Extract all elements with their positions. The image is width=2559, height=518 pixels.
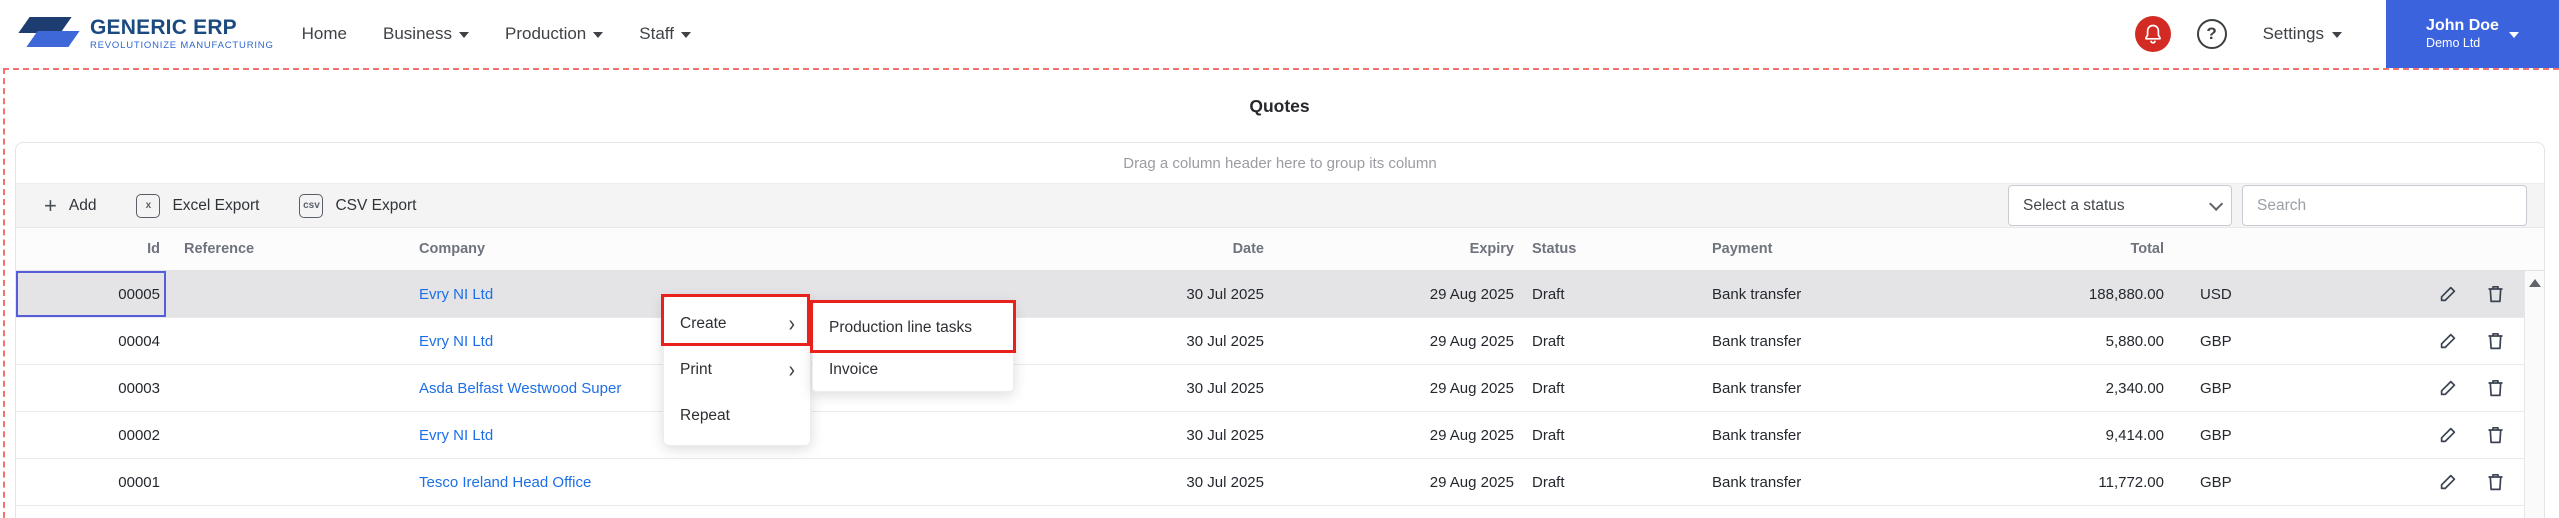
pencil-icon [2437, 330, 2459, 352]
edit-button[interactable] [2437, 471, 2459, 493]
nav-item-home[interactable]: Home [302, 24, 347, 44]
nav-item-production[interactable]: Production [505, 24, 603, 44]
context-menu-item-create[interactable]: Create › [664, 301, 810, 347]
column-header-actions [2316, 228, 2524, 270]
nav-item-staff[interactable]: Staff [639, 24, 691, 44]
row-id-cell[interactable]: 00003 [16, 365, 166, 411]
edit-button[interactable] [2437, 283, 2459, 305]
submenu-chevron-icon: › [789, 359, 795, 382]
excel-export-button[interactable]: x Excel Export [136, 194, 259, 218]
chevron-down-icon [2209, 196, 2223, 210]
table-row[interactable]: 00002 Evry NI Ltd 30 Jul 2025 29 Aug 202… [16, 412, 2544, 459]
table-row[interactable]: 00001 Tesco Ireland Head Office 30 Jul 2… [16, 459, 2544, 506]
trash-icon [2485, 283, 2506, 305]
scroll-up-arrow-icon[interactable] [2529, 279, 2541, 287]
company-link[interactable]: Tesco Ireland Head Office [419, 474, 591, 491]
user-name: John Doe [2426, 16, 2499, 36]
chevron-down-icon [593, 32, 603, 38]
table-row[interactable]: 00005 Evry NI Ltd 30 Jul 2025 29 Aug 202… [16, 271, 2544, 318]
column-header-payment[interactable]: Payment [1696, 228, 2016, 270]
status-badge: Draft [1516, 365, 1696, 411]
table-row[interactable]: 00003 Asda Belfast Westwood Super 30 Jul… [16, 365, 2544, 412]
csv-file-icon: csv [299, 194, 323, 218]
pencil-icon [2437, 471, 2459, 493]
question-mark-icon: ? [2206, 24, 2216, 44]
brand-logo-icon [16, 14, 80, 54]
pencil-icon [2437, 283, 2459, 305]
row-id-cell[interactable]: 00004 [16, 318, 166, 364]
create-submenu: Production line tasks Invoice [812, 302, 1014, 392]
column-header-total[interactable]: Total [2016, 228, 2168, 270]
brand-name: GENERIC ERP [90, 17, 274, 39]
search-input[interactable] [2242, 185, 2527, 226]
column-header-id[interactable]: Id [16, 228, 166, 270]
submenu-chevron-icon: › [789, 313, 795, 336]
add-button[interactable]: + Add [44, 195, 96, 217]
delete-button[interactable] [2485, 283, 2506, 305]
csv-export-button[interactable]: csv CSV Export [299, 194, 416, 218]
brand-logo: GENERIC ERP REVOLUTIONIZE MANUFACTURING [16, 14, 274, 54]
trash-icon [2485, 471, 2506, 493]
notifications-button[interactable] [2135, 16, 2171, 52]
delete-button[interactable] [2485, 330, 2506, 352]
edit-button[interactable] [2437, 377, 2459, 399]
company-link[interactable]: Evry NI Ltd [419, 286, 493, 303]
column-header-status[interactable]: Status [1516, 228, 1696, 270]
context-menu-item-repeat[interactable]: Repeat [664, 393, 810, 439]
column-header-date[interactable]: Date [1106, 228, 1266, 270]
chevron-down-icon [2332, 32, 2342, 38]
chevron-down-icon [2509, 32, 2519, 38]
help-button[interactable]: ? [2197, 19, 2227, 49]
status-filter-select[interactable]: Select a status [2008, 185, 2232, 226]
submenu-item-invoice[interactable]: Invoice [813, 349, 1013, 391]
column-header-company[interactable]: Company [411, 228, 1106, 270]
delete-button[interactable] [2485, 424, 2506, 446]
status-badge: Draft [1516, 459, 1696, 505]
table-row[interactable]: 00004 Evry NI Ltd 30 Jul 2025 29 Aug 202… [16, 318, 2544, 365]
column-header-reference[interactable]: Reference [166, 228, 411, 270]
group-by-hint[interactable]: Drag a column header here to group its c… [16, 143, 2544, 183]
user-company: Demo Ltd [2426, 36, 2480, 52]
page-title: Quotes [0, 96, 2559, 117]
main-nav: Home Business Production Staff [302, 24, 691, 44]
user-menu[interactable]: John Doe Demo Ltd [2386, 0, 2559, 68]
row-id-cell[interactable]: 00002 [16, 412, 166, 458]
trash-icon [2485, 424, 2506, 446]
status-badge: Draft [1516, 271, 1696, 317]
row-id-cell[interactable]: 00005 [16, 271, 166, 317]
top-navbar: GENERIC ERP REVOLUTIONIZE MANUFACTURING … [0, 0, 2559, 68]
row-context-menu: Create › Print › Repeat [663, 296, 811, 446]
chevron-down-icon [459, 32, 469, 38]
company-link[interactable]: Evry NI Ltd [419, 333, 493, 350]
company-link[interactable]: Evry NI Ltd [419, 427, 493, 444]
chevron-down-icon [681, 32, 691, 38]
vertical-scrollbar[interactable] [2524, 271, 2544, 518]
plus-icon: + [44, 195, 57, 217]
status-badge: Draft [1516, 318, 1696, 364]
status-badge: Draft [1516, 412, 1696, 458]
pencil-icon [2437, 424, 2459, 446]
settings-menu[interactable]: Settings [2263, 24, 2342, 44]
column-header-currency [2168, 228, 2316, 270]
trash-icon [2485, 377, 2506, 399]
quotes-grid-card: Drag a column header here to group its c… [15, 142, 2545, 518]
column-header-expiry[interactable]: Expiry [1266, 228, 1516, 270]
edit-button[interactable] [2437, 424, 2459, 446]
grid-toolbar: + Add x Excel Export csv CSV Export Sele… [16, 183, 2544, 228]
company-link[interactable]: Asda Belfast Westwood Super [419, 380, 621, 397]
nav-item-business[interactable]: Business [383, 24, 469, 44]
pencil-icon [2437, 377, 2459, 399]
brand-tagline: REVOLUTIONIZE MANUFACTURING [90, 41, 274, 51]
context-menu-item-print[interactable]: Print › [664, 347, 810, 393]
row-id-cell[interactable]: 00001 [16, 459, 166, 505]
table-header-row: Id Reference Company Date Expiry Status … [16, 228, 2544, 271]
edit-button[interactable] [2437, 330, 2459, 352]
delete-button[interactable] [2485, 377, 2506, 399]
excel-file-icon: x [136, 194, 160, 218]
trash-icon [2485, 330, 2506, 352]
delete-button[interactable] [2485, 471, 2506, 493]
bell-icon [2144, 24, 2162, 44]
submenu-item-production-line-tasks[interactable]: Production line tasks [813, 307, 1013, 349]
